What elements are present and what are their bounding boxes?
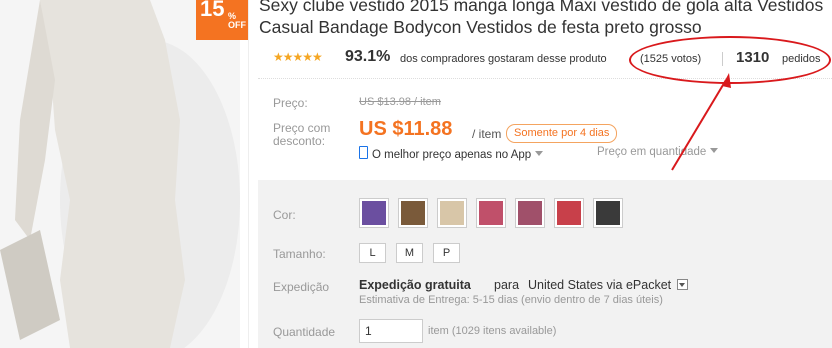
annotation-arrow-icon	[671, 73, 731, 171]
